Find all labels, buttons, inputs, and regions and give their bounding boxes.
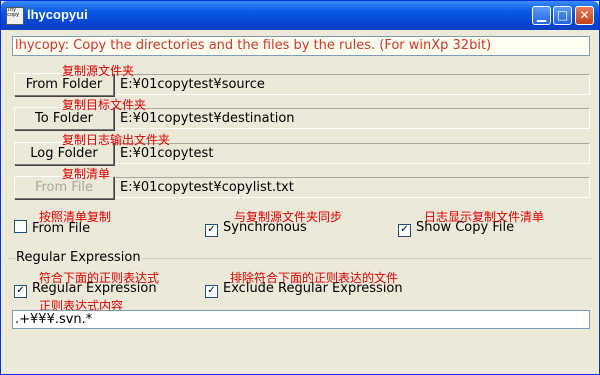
to-folder-note: 复制目标文件夹 — [62, 98, 147, 112]
check-icon: ✓ — [398, 224, 411, 237]
window-title: lhycopyui — [27, 7, 88, 22]
maximize-icon: □ — [556, 8, 569, 22]
regex-input[interactable]: .+¥¥¥.svn.* — [12, 310, 590, 329]
regex-option-note: 符合下面的正则表达式 — [39, 271, 160, 285]
description-banner: lhycopy: Copy the directories and the fi… — [12, 36, 590, 56]
minimize-button[interactable]: ▁ — [532, 6, 551, 25]
from-folder-path[interactable]: E:¥01copytest¥source — [116, 74, 590, 95]
log-folder-path[interactable]: E:¥01copytest — [116, 143, 590, 164]
maximize-button[interactable]: □ — [553, 6, 572, 25]
from-folder-note: 复制源文件夹 — [62, 64, 135, 78]
show-copy-file-option-note: 日志显示复制文件清单 — [424, 210, 545, 224]
synchronous-option-note: 与复制源文件夹同步 — [234, 210, 343, 224]
minimize-icon: ▁ — [536, 8, 547, 22]
log-folder-note: 复制日志输出文件夹 — [62, 133, 171, 147]
close-button[interactable]: ✕ — [575, 6, 594, 25]
title-bar[interactable]: lhy copy lhycopyui ▁ □ ✕ — [1, 1, 599, 30]
app-icon: lhy copy — [6, 7, 24, 25]
check-icon: ✓ — [205, 285, 218, 298]
regex-group-label: Regular Expression — [16, 250, 141, 265]
from-file-note: 复制清单 — [62, 167, 111, 181]
checkbox-box — [14, 220, 27, 233]
check-icon: ✓ — [14, 285, 27, 298]
app-window: lhy copy lhycopyui ▁ □ ✕ lhycopy: Copy t… — [0, 0, 600, 375]
from-file-option-note: 按照清单复制 — [39, 210, 112, 224]
to-folder-path[interactable]: E:¥01copytest¥destination — [116, 108, 590, 129]
exclude-regex-option-note: 排除符合下面的正则表达的文件 — [230, 271, 399, 285]
check-icon: ✓ — [205, 224, 218, 237]
from-file-path[interactable]: E:¥01copytest¥copylist.txt — [116, 177, 590, 198]
main-panel: lhycopy: Copy the directories and the fi… — [4, 30, 596, 372]
close-icon: ✕ — [579, 8, 590, 22]
description-text: lhycopy: Copy the directories and the fi… — [15, 38, 492, 53]
